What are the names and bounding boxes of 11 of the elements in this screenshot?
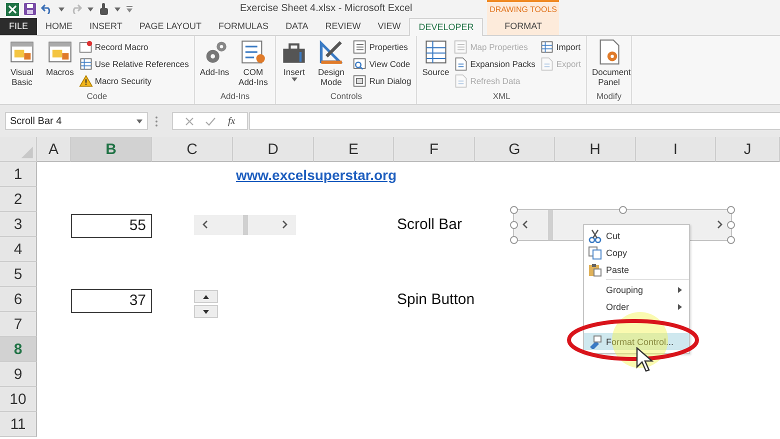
group-label: Code bbox=[86, 91, 108, 103]
group-label: Modify bbox=[595, 91, 622, 103]
cell-label: Spin Button bbox=[397, 291, 476, 308]
value-cell: 37 bbox=[71, 289, 152, 313]
contextual-tab-header: DRAWING TOOLS bbox=[488, 4, 558, 16]
group-label: Add-Ins bbox=[219, 91, 251, 103]
value-cell: 55 bbox=[71, 214, 152, 238]
group-label: XML bbox=[492, 91, 512, 103]
window-title: Exercise Sheet 4.xlsx - Microsoft Excel bbox=[240, 3, 412, 14]
group-label: Controls bbox=[329, 91, 364, 103]
cell-label: Scroll Bar bbox=[397, 216, 464, 233]
